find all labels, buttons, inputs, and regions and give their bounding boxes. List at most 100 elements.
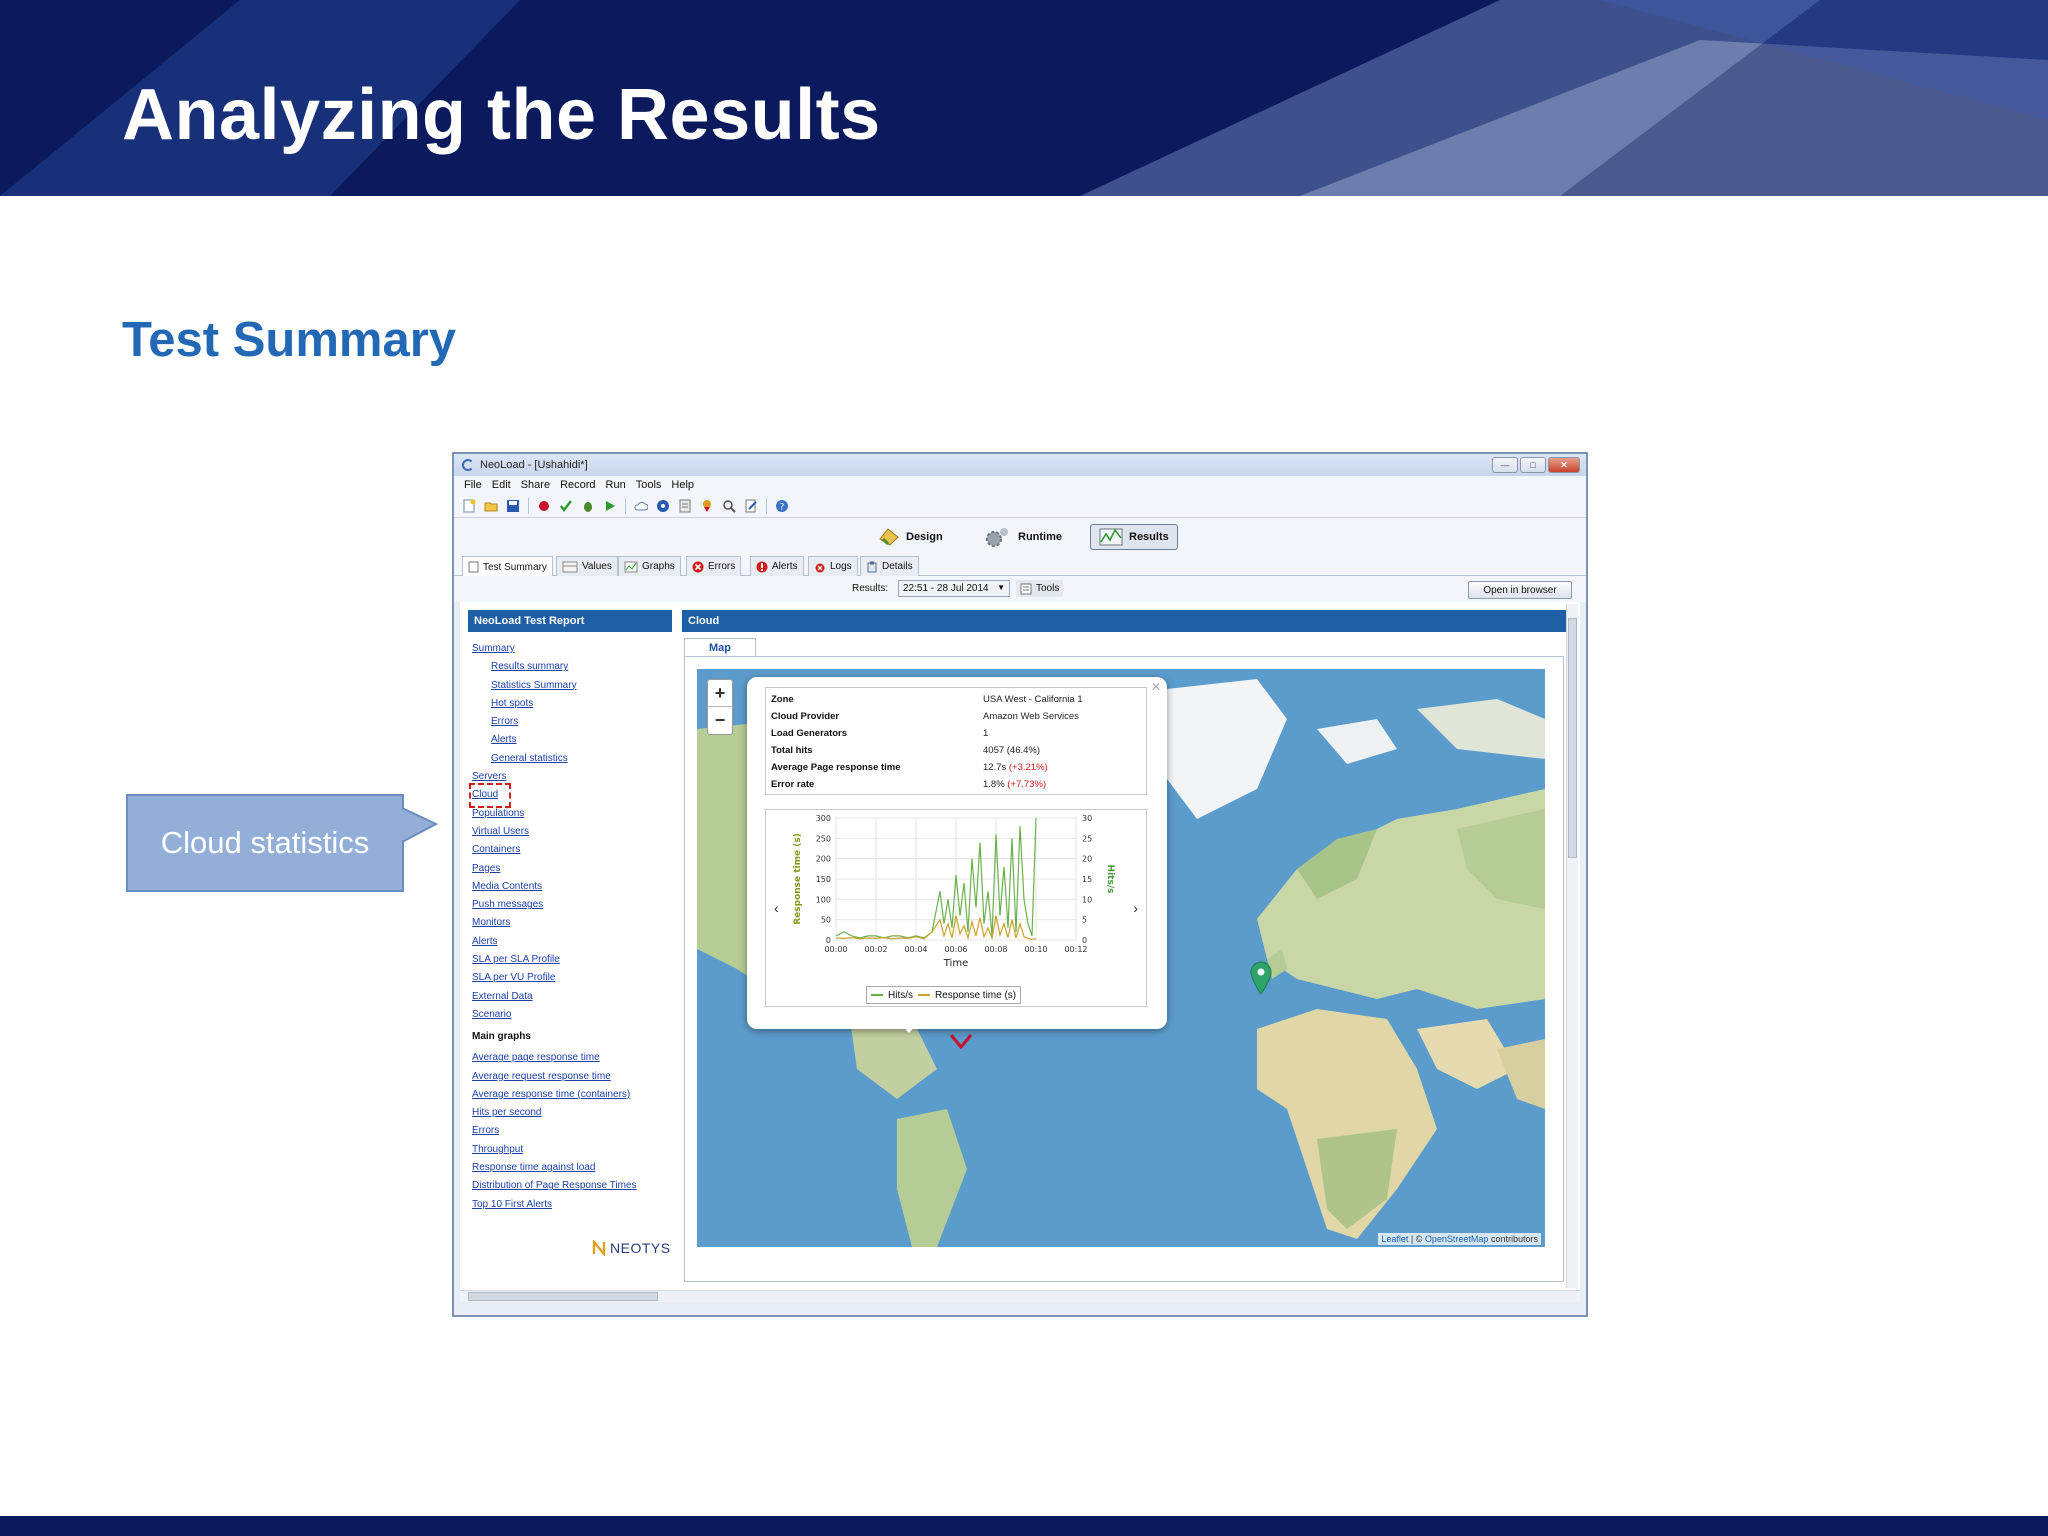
- play-icon[interactable]: [603, 499, 617, 513]
- x-tick-label: 00:08: [984, 945, 1007, 954]
- tab-errors[interactable]: Errors: [686, 556, 742, 576]
- help-icon[interactable]: ?: [775, 499, 789, 513]
- horizontal-scrollbar[interactable]: [460, 1290, 1580, 1302]
- chevron-right-icon[interactable]: ›: [1133, 900, 1138, 916]
- close-button[interactable]: ✕: [1548, 457, 1580, 473]
- tab-test-summary[interactable]: Test Summary: [462, 556, 553, 577]
- map-panel: + − ✕ Zone USA West - California 1 Cloud…: [684, 656, 1564, 1282]
- results-dropdown[interactable]: 22:51 - 28 Jul 2014 ▼: [898, 580, 1010, 597]
- maximize-button[interactable]: □: [1520, 457, 1546, 473]
- graph-link-response-time-against-load[interactable]: Response time against load: [472, 1159, 672, 1177]
- nav-link-alerts[interactable]: Alerts: [472, 731, 672, 749]
- window-titlebar[interactable]: NeoLoad - [Ushahidi*] — □ ✕: [454, 454, 1586, 476]
- nav-link-errors[interactable]: Errors: [472, 713, 672, 731]
- minimize-button[interactable]: —: [1492, 457, 1518, 473]
- award-icon[interactable]: [700, 499, 714, 513]
- graph-link-hits-per-second[interactable]: Hits per second: [472, 1104, 672, 1122]
- results-mode-button[interactable]: Results: [1090, 524, 1178, 550]
- edit-doc-icon[interactable]: [744, 499, 758, 513]
- popup-close-icon[interactable]: ✕: [1151, 680, 1161, 694]
- nav-link-statistics-summary[interactable]: Statistics Summary: [472, 677, 672, 695]
- scrollbar-thumb[interactable]: [1568, 618, 1577, 858]
- menu-tools[interactable]: Tools: [636, 479, 662, 491]
- y2-tick-label: 0: [1082, 936, 1087, 945]
- nav-link-alerts-main[interactable]: Alerts: [472, 933, 672, 951]
- nav-link-sla-per-sla-profile[interactable]: SLA per SLA Profile: [472, 951, 672, 969]
- graph-link-average-request-response-time[interactable]: Average request response time: [472, 1068, 672, 1086]
- graph-link-throughput[interactable]: Throughput: [472, 1141, 672, 1159]
- nav-link-media-contents[interactable]: Media Contents: [472, 878, 672, 896]
- tab-map[interactable]: Map: [684, 638, 756, 656]
- neoload-window: NeoLoad - [Ushahidi*] — □ ✕ File Edit Sh…: [452, 452, 1588, 1317]
- menu-record[interactable]: Record: [560, 479, 595, 491]
- results-bar: Results: 22:51 - 28 Jul 2014 ▼ Tools Ope…: [454, 576, 1586, 602]
- sidebar-header: NeoLoad Test Report: [468, 610, 672, 632]
- nav-link-populations[interactable]: Populations: [472, 805, 672, 823]
- x-tick-label: 00:12: [1064, 945, 1087, 954]
- tab-alerts[interactable]: Alerts: [750, 556, 804, 576]
- nav-link-external-data[interactable]: External Data: [472, 988, 672, 1006]
- graph-link-top-10-first-alerts[interactable]: Top 10 First Alerts: [472, 1196, 672, 1214]
- new-project-icon[interactable]: [462, 499, 476, 513]
- leaflet-link[interactable]: Leaflet: [1381, 1234, 1408, 1244]
- slide-footer-band: [0, 1516, 2048, 1536]
- nav-link-monitors[interactable]: Monitors: [472, 914, 672, 932]
- open-folder-icon[interactable]: [484, 499, 498, 513]
- tab-values[interactable]: Values: [556, 556, 618, 576]
- nav-link-sla-per-vu-profile[interactable]: SLA per VU Profile: [472, 969, 672, 987]
- world-map[interactable]: + − ✕ Zone USA West - California 1 Cloud…: [697, 669, 1545, 1247]
- nav-link-general-statistics[interactable]: General statistics: [472, 750, 672, 768]
- map-marker-selected-icon[interactable]: [949, 1029, 973, 1053]
- menu-file[interactable]: File: [464, 479, 482, 491]
- nav-link-containers[interactable]: Containers: [472, 841, 672, 859]
- graph-link-average-response-time-containers[interactable]: Average response time (containers): [472, 1086, 672, 1104]
- monitor-icon[interactable]: [656, 499, 670, 513]
- neotys-logo: NEOTYS: [592, 1240, 671, 1256]
- open-in-browser-button[interactable]: Open in browser: [1468, 581, 1572, 599]
- tools-button[interactable]: Tools: [1016, 580, 1064, 597]
- tab-details[interactable]: Details: [860, 556, 919, 576]
- nav-link-summary[interactable]: Summary: [472, 640, 672, 658]
- alert-icon: [756, 561, 768, 572]
- tab-graphs[interactable]: Graphs: [618, 556, 681, 576]
- slide-header-band: Analyzing the Results: [0, 0, 2048, 196]
- debug-bug-icon[interactable]: [581, 499, 595, 513]
- vertical-scrollbar[interactable]: [1566, 604, 1578, 1288]
- tab-logs[interactable]: Logs: [808, 556, 858, 576]
- runtime-mode-button[interactable]: Runtime: [976, 524, 1070, 550]
- nav-link-servers[interactable]: Servers: [472, 768, 672, 786]
- nav-link-push-messages[interactable]: Push messages: [472, 896, 672, 914]
- graph-link-average-page-response-time[interactable]: Average page response time: [472, 1049, 672, 1067]
- chevron-left-icon[interactable]: ‹: [774, 900, 779, 916]
- save-icon[interactable]: [506, 499, 520, 513]
- x-tick-label: 00:02: [864, 945, 887, 954]
- nav-link-pages[interactable]: Pages: [472, 860, 672, 878]
- scrollbar-thumb[interactable]: [468, 1292, 658, 1301]
- toolbar: ?: [454, 494, 1586, 518]
- report-icon[interactable]: [678, 499, 692, 513]
- nav-link-cloud[interactable]: Cloud: [469, 783, 511, 808]
- nav-link-results-summary[interactable]: Results summary: [472, 658, 672, 676]
- tab-label: Values: [582, 561, 612, 572]
- nav-link-hot-spots[interactable]: Hot spots: [472, 695, 672, 713]
- menu-run[interactable]: Run: [606, 479, 626, 491]
- nav-link-virtual-users[interactable]: Virtual Users: [472, 823, 672, 841]
- openstreetmap-link[interactable]: OpenStreetMap: [1425, 1234, 1489, 1244]
- menu-help[interactable]: Help: [671, 479, 694, 491]
- cloud-icon[interactable]: [634, 499, 648, 513]
- map-marker-icon[interactable]: [1249, 961, 1273, 995]
- design-mode-button[interactable]: Design: [870, 524, 951, 550]
- menu-edit[interactable]: Edit: [492, 479, 511, 491]
- record-icon[interactable]: [537, 499, 551, 513]
- search-icon[interactable]: [722, 499, 736, 513]
- zone-graph: 0 50 100 150 200 250 300 0 5 10 15 20 25 30 00:00 00:02…: [765, 809, 1147, 1007]
- graph-link-errors[interactable]: Errors: [472, 1122, 672, 1140]
- menu-share[interactable]: Share: [521, 479, 550, 491]
- info-row: Load Generators 1: [771, 725, 1141, 742]
- check-icon[interactable]: [559, 499, 573, 513]
- graph-link-distribution-of-page-response-times[interactable]: Distribution of Page Response Times: [472, 1177, 672, 1195]
- nav-link-scenario[interactable]: Scenario: [472, 1006, 672, 1024]
- zoom-out-button[interactable]: −: [708, 707, 732, 734]
- y-tick-label: 50: [821, 916, 831, 925]
- zoom-in-button[interactable]: +: [708, 680, 732, 707]
